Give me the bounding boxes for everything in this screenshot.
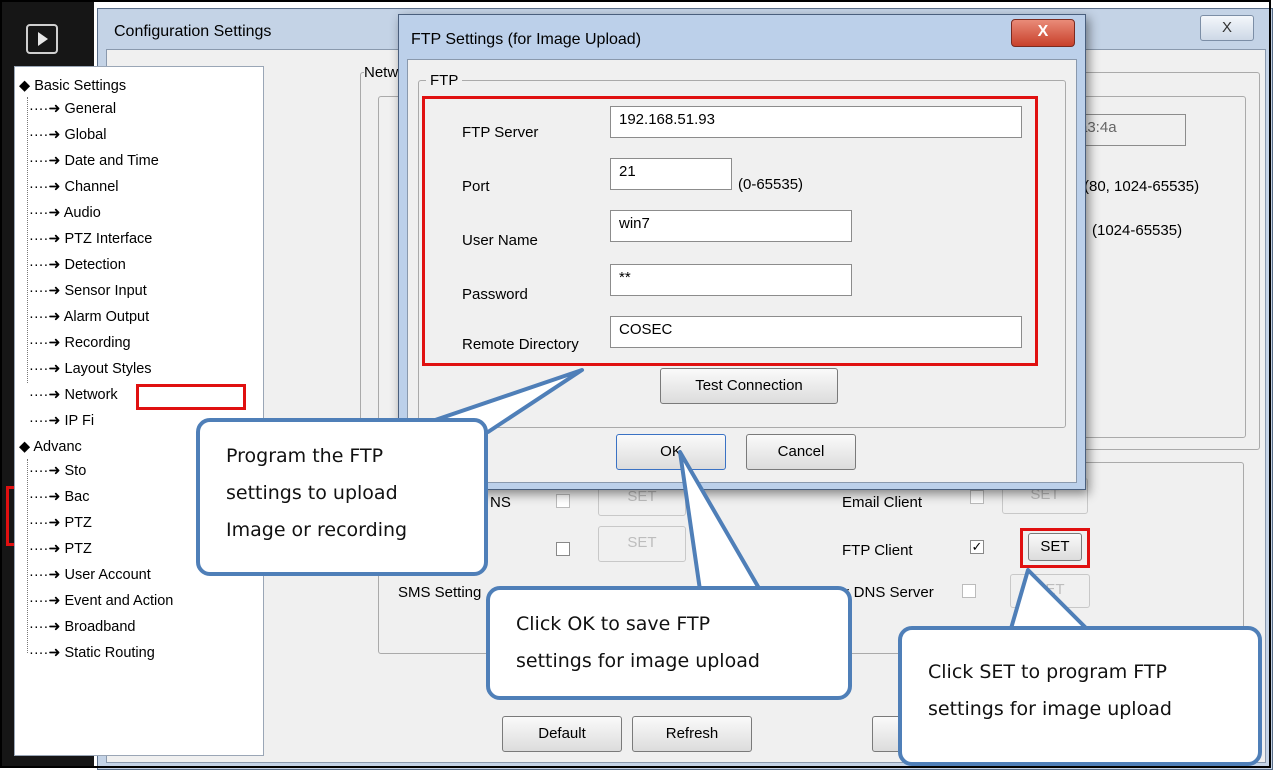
callout-line: Click OK to save FTP [516,613,711,635]
ok-callout-pointer [678,450,762,592]
callout-line: settings to upload [226,482,398,504]
callout-line: Program the FTP [226,445,384,467]
callout-line: Click SET to program FTP [928,661,1167,683]
callout-line: Image or recording [226,519,408,541]
click-set-callout: Click SET to program FTP settings for im… [898,626,1262,766]
callout-line: settings for image upload [516,650,760,672]
set-callout-pointer [1008,568,1092,634]
callout-line: settings for image upload [928,698,1172,720]
click-ok-callout: Click OK to save FTP settings for image … [486,586,852,700]
program-ftp-callout: Program the FTP settings to upload Image… [196,418,488,576]
